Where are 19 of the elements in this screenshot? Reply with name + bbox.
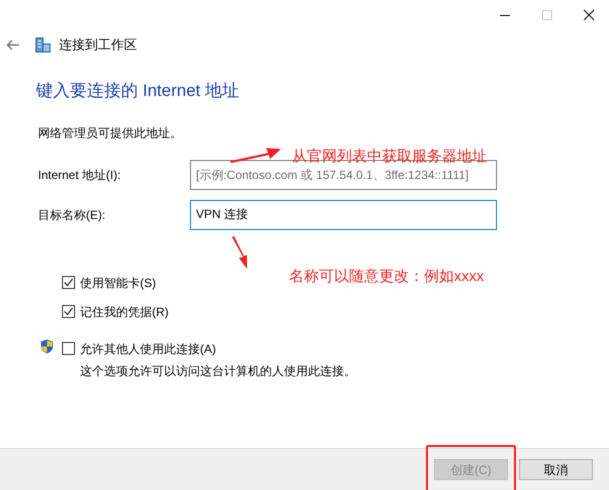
checkbox-label[interactable]: 记住我的凭据(R) <box>80 302 169 320</box>
checkbox[interactable] <box>62 305 75 318</box>
intro-text: 网络管理员可提供此地址。 <box>38 124 183 142</box>
field-label: 目标名称(E): <box>38 206 106 224</box>
window-title: 连接到工作区 <box>59 36 137 54</box>
checkbox[interactable] <box>62 276 75 289</box>
field-label: Internet 地址(I): <box>38 166 122 184</box>
building-icon <box>35 37 51 53</box>
back-arrow-icon[interactable] <box>6 39 20 51</box>
text-field[interactable]: VPN 连接 <box>190 200 497 230</box>
checkbox-label[interactable]: 允许其他人使用此连接(A) <box>80 340 216 358</box>
option-description: 这个选项允许可以访问这台计算机的人使用此连接。 <box>79 362 357 380</box>
annotation-text: 名称可以随意更改：例如xxxx <box>289 267 484 287</box>
annotation-arrow <box>230 236 250 270</box>
checkbox-label[interactable]: 使用智能卡(S) <box>80 274 156 292</box>
checkbox[interactable] <box>62 342 75 355</box>
close-icon[interactable] <box>583 9 595 21</box>
dialog-button[interactable]: 取消 <box>519 459 593 480</box>
page-heading: 键入要连接的 Internet 地址 <box>36 80 240 102</box>
